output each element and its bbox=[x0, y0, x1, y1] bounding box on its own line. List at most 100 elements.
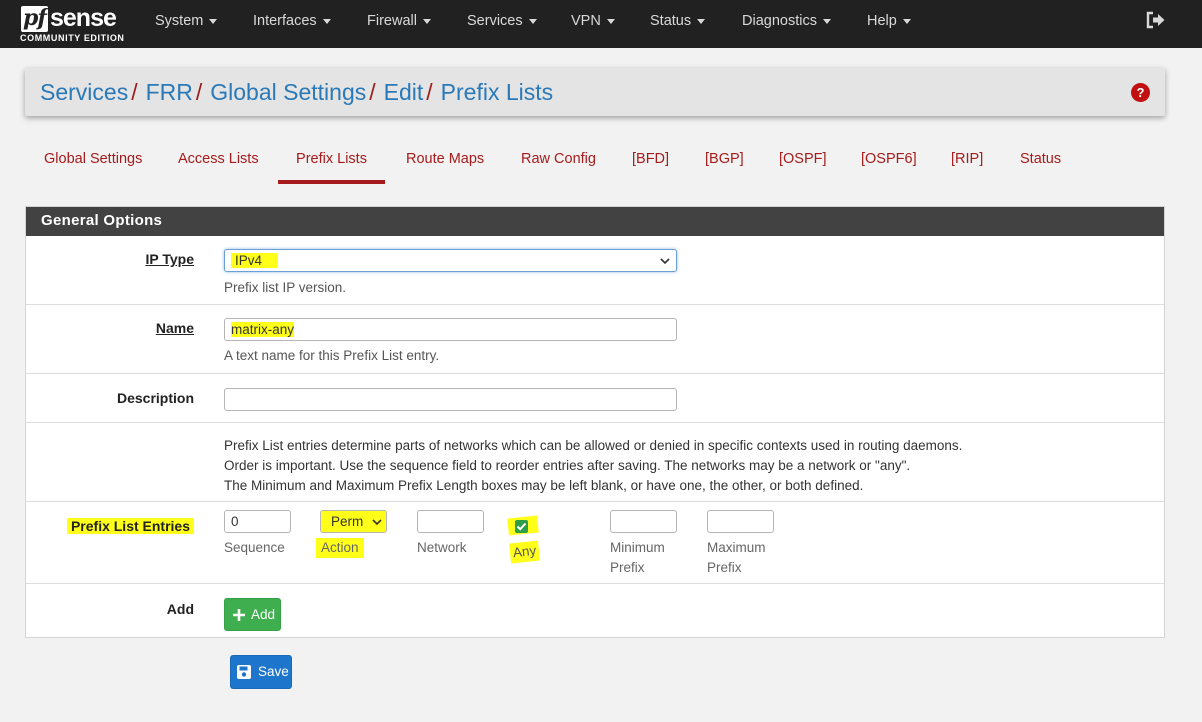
breadcrumb: Services / FRR / Global Settings / Edit / Prefix… bbox=[40, 68, 553, 116]
nav-services-label: Services bbox=[467, 13, 523, 29]
tab-rip[interactable]: [RIP] bbox=[951, 140, 983, 184]
caret-down-icon bbox=[322, 18, 331, 24]
nav-services[interactable]: Services bbox=[467, 0, 537, 48]
nav-interfaces[interactable]: Interfaces bbox=[253, 0, 331, 48]
ip-type-help: Prefix list IP version. bbox=[224, 280, 347, 295]
breadcrumb-panel: Services / FRR / Global Settings / Edit / Prefix… bbox=[25, 68, 1165, 116]
breadcrumb-separator: / bbox=[195, 79, 203, 105]
nav-diagnostics[interactable]: Diagnostics bbox=[742, 0, 831, 48]
name-label: Name bbox=[155, 320, 194, 336]
add-row-label: Add bbox=[166, 601, 194, 617]
tab-ospf[interactable]: [OSPF] bbox=[779, 140, 827, 184]
name-input[interactable]: matrix-any bbox=[224, 318, 677, 341]
question-circle-icon[interactable]: ? bbox=[1131, 83, 1150, 102]
info-line-3: The Minimum and Maximum Prefix Length bo… bbox=[224, 478, 864, 493]
logout-icon[interactable] bbox=[1146, 11, 1166, 29]
caret-down-icon bbox=[528, 18, 537, 24]
info-line-1: Prefix List entries determine parts of n… bbox=[224, 438, 963, 453]
nav-system[interactable]: System bbox=[155, 0, 218, 48]
general-options-panel: General Options IP Type IPv4 Prefix list… bbox=[25, 206, 1165, 638]
nav-system-label: System bbox=[155, 13, 204, 29]
info-line-2: Order is important. Use the sequence fie… bbox=[224, 458, 911, 473]
tab-bgp[interactable]: [BGP] bbox=[705, 140, 744, 184]
info-row: Prefix List entries determine parts of n… bbox=[26, 423, 1164, 502]
chevron-down-icon bbox=[372, 519, 382, 526]
name-row: Name matrix-any A text name for this Pre… bbox=[26, 305, 1164, 374]
caret-down-icon bbox=[606, 18, 615, 24]
chevron-down-icon bbox=[660, 258, 670, 265]
breadcrumb-frr[interactable]: FRR bbox=[146, 79, 193, 105]
breadcrumb-separator: / bbox=[369, 79, 376, 105]
prefix-entries-label: Prefix List Entries bbox=[66, 518, 194, 534]
nav-firewall[interactable]: Firewall bbox=[367, 0, 431, 48]
caret-down-icon bbox=[422, 18, 431, 24]
tab-bfd[interactable]: [BFD] bbox=[632, 140, 669, 184]
pfsense-logo[interactable]: pf sense COMMUNITY EDITION bbox=[20, 4, 132, 44]
caret-down-icon bbox=[822, 18, 831, 24]
save-button[interactable]: Save bbox=[230, 655, 292, 689]
add-button-label: Add bbox=[251, 607, 276, 622]
sequence-label: Sequence bbox=[224, 540, 285, 555]
min-prefix-label-2: Prefix bbox=[610, 560, 645, 575]
nav-vpn[interactable]: VPN bbox=[571, 0, 615, 48]
plus-icon bbox=[233, 609, 245, 621]
nav-status-label: Status bbox=[650, 13, 692, 29]
nav-diagnostics-label: Diagnostics bbox=[742, 13, 817, 29]
tab-status[interactable]: Status bbox=[1020, 140, 1061, 184]
pfsense-logo-sense: sense bbox=[50, 4, 117, 32]
network-input[interactable] bbox=[417, 510, 484, 533]
tab-prefix-lists[interactable]: Prefix Lists bbox=[278, 140, 385, 184]
caret-down-icon bbox=[697, 18, 706, 24]
ip-type-label: IP Type bbox=[145, 251, 194, 267]
nav-help[interactable]: Help bbox=[867, 0, 911, 48]
tab-raw-config[interactable]: Raw Config bbox=[521, 140, 596, 184]
breadcrumb-global-settings[interactable]: Global Settings bbox=[210, 79, 366, 105]
prefix-entries-row: Prefix List Entries 0 Sequence Perm Acti… bbox=[26, 502, 1164, 584]
any-checkbox[interactable] bbox=[515, 520, 528, 533]
nav-status[interactable]: Status bbox=[650, 0, 706, 48]
nav-vpn-label: VPN bbox=[571, 13, 601, 29]
ip-type-row: IP Type IPv4 Prefix list IP version. bbox=[26, 236, 1164, 305]
sequence-input[interactable]: 0 bbox=[224, 510, 291, 533]
description-row: Description bbox=[26, 374, 1164, 423]
caret-down-icon bbox=[209, 18, 218, 24]
nav-interfaces-label: Interfaces bbox=[253, 13, 317, 29]
check-icon bbox=[516, 522, 527, 531]
action-label: Action bbox=[316, 538, 364, 558]
caret-down-icon bbox=[902, 18, 911, 24]
max-prefix-input[interactable] bbox=[707, 510, 774, 533]
breadcrumb-edit[interactable]: Edit bbox=[384, 79, 424, 105]
nav-help-label: Help bbox=[867, 13, 897, 29]
add-button[interactable]: Add bbox=[224, 598, 281, 631]
breadcrumb-services[interactable]: Services bbox=[40, 79, 128, 105]
action-select[interactable]: Perm bbox=[320, 510, 387, 533]
nav-firewall-label: Firewall bbox=[367, 13, 417, 29]
save-icon bbox=[237, 665, 251, 679]
ip-type-value: IPv4 bbox=[231, 253, 279, 268]
top-navbar: pf sense COMMUNITY EDITION System Interf… bbox=[0, 0, 1202, 48]
network-label: Network bbox=[417, 540, 467, 555]
pfsense-logo-mark: pf sense bbox=[20, 4, 132, 32]
min-prefix-label-1: Minimum bbox=[610, 540, 665, 555]
breadcrumb-separator: / bbox=[426, 79, 433, 105]
name-value: matrix-any bbox=[231, 322, 295, 337]
any-label: Any bbox=[509, 540, 541, 564]
ip-type-select[interactable]: IPv4 bbox=[224, 249, 677, 272]
breadcrumb-separator: / bbox=[131, 79, 138, 105]
description-label: Description bbox=[116, 390, 194, 406]
info-text: Prefix List entries determine parts of n… bbox=[224, 436, 962, 496]
tab-global-settings[interactable]: Global Settings bbox=[44, 140, 142, 184]
min-prefix-input[interactable] bbox=[610, 510, 677, 533]
pfsense-logo-pf: pf bbox=[23, 5, 47, 31]
max-prefix-label-2: Prefix bbox=[707, 560, 742, 575]
name-help: A text name for this Prefix List entry. bbox=[224, 348, 440, 363]
action-value: Perm bbox=[331, 514, 364, 529]
tab-access-lists[interactable]: Access Lists bbox=[178, 140, 259, 184]
tab-ospf6[interactable]: [OSPF6] bbox=[861, 140, 917, 184]
save-button-label: Save bbox=[258, 664, 289, 679]
description-input[interactable] bbox=[224, 388, 677, 411]
tab-route-maps[interactable]: Route Maps bbox=[406, 140, 484, 184]
breadcrumb-prefix-lists[interactable]: Prefix Lists bbox=[441, 79, 553, 105]
panel-title: General Options bbox=[26, 207, 1164, 236]
edition-label: COMMUNITY EDITION bbox=[20, 33, 125, 43]
